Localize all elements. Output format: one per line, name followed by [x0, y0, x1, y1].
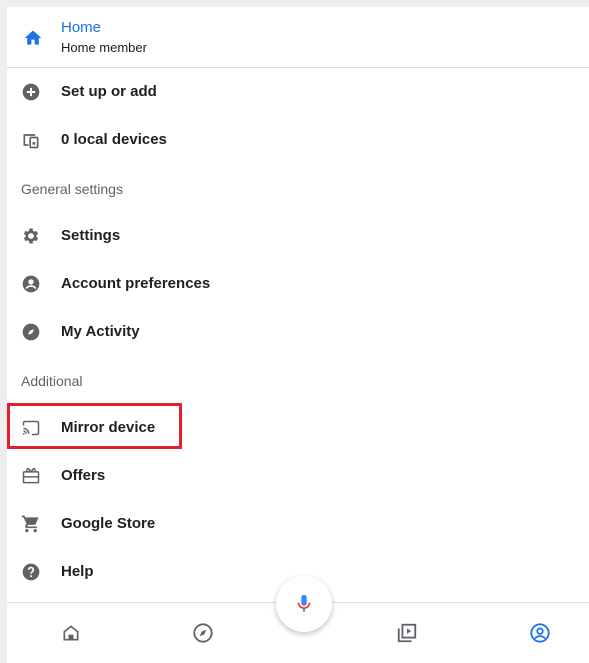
menu-item-label: 0 local devices	[61, 131, 167, 148]
section-additional: Additional	[21, 373, 83, 389]
menu-item-settings[interactable]: Settings	[7, 212, 589, 260]
nav-account-button[interactable]	[526, 619, 554, 647]
home-icon	[24, 30, 42, 45]
account-outline-icon	[530, 623, 550, 643]
compass-icon	[22, 323, 40, 341]
account-circle-icon	[22, 275, 40, 293]
menu-item-offers[interactable]: Offers	[7, 452, 589, 500]
menu-item-label: Set up or add	[61, 83, 157, 100]
explore-icon	[193, 623, 213, 643]
mic-icon	[297, 594, 311, 612]
menu-item-label: Offers	[61, 467, 106, 484]
menu-item-label: Settings	[61, 227, 121, 244]
media-library-icon	[397, 623, 417, 643]
section-general-settings: General settings	[21, 181, 123, 197]
menu-panel: Home Home member Set up or add 0 local d…	[7, 7, 589, 663]
shopping-cart-icon	[21, 515, 39, 533]
nav-home-button[interactable]	[57, 619, 85, 647]
menu-item-local-devices[interactable]: 0 local devices	[7, 116, 589, 164]
menu-item-label: My Activity	[61, 323, 140, 340]
add-circle-icon	[22, 83, 40, 101]
menu-item-label: Google Store	[61, 515, 156, 532]
home-header[interactable]: Home Home member	[7, 7, 589, 68]
menu-item-account-preferences[interactable]: Account preferences	[7, 260, 589, 308]
gift-card-icon	[22, 467, 40, 484]
menu-item-google-store[interactable]: Google Store	[7, 500, 589, 548]
home-subtitle: Home member	[61, 40, 147, 55]
highlight-box	[7, 403, 182, 449]
gear-icon	[23, 228, 39, 244]
voice-mic-button[interactable]	[276, 576, 332, 632]
devices-icon	[23, 134, 39, 149]
home-title: Home	[61, 19, 102, 36]
nav-discover-button[interactable]	[189, 619, 217, 647]
nav-media-button[interactable]	[393, 619, 421, 647]
menu-item-label: Help	[61, 563, 94, 580]
menu-item-my-activity[interactable]: My Activity	[7, 308, 589, 356]
home-outline-icon	[63, 625, 79, 641]
menu-item-setup[interactable]: Set up or add	[7, 68, 589, 116]
help-icon	[22, 563, 40, 581]
menu-item-label: Account preferences	[61, 275, 211, 292]
